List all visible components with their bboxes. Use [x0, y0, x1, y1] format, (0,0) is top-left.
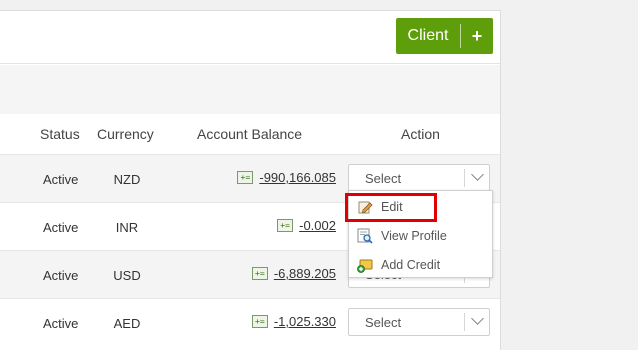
menu-item-view-profile[interactable]: View Profile [349, 222, 494, 250]
table-header: Status Currency Account Balance Action [0, 114, 500, 154]
status-cell: Active [43, 268, 79, 283]
currency-cell: AED [113, 316, 141, 331]
client-button[interactable]: Client + [396, 18, 493, 54]
balance-cell: += -990,166.085 [237, 170, 336, 185]
column-header-currency[interactable]: Currency [97, 126, 154, 142]
menu-item-label: Add Credit [381, 258, 441, 272]
action-select-value: Select [365, 171, 402, 186]
currency-cell: INR [115, 220, 139, 235]
add-client-plus-icon[interactable]: + [461, 18, 493, 54]
status-cell: Active [43, 220, 79, 235]
status-cell: Active [43, 172, 79, 187]
balance-link[interactable]: -990,166.085 [259, 170, 336, 185]
chevron-down-icon [471, 168, 484, 181]
balance-cell: += -0.002 [277, 218, 336, 233]
calculator-icon[interactable]: += [277, 219, 294, 232]
chevron-down-icon [471, 312, 484, 325]
column-header-status[interactable]: Status [40, 126, 80, 142]
status-cell: Active [43, 316, 79, 331]
action-select[interactable]: Select [348, 164, 490, 192]
edit-highlight-box [345, 193, 437, 222]
balance-link[interactable]: -0.002 [299, 218, 336, 233]
currency-cell: NZD [113, 172, 141, 187]
column-header-action: Action [401, 126, 440, 142]
balance-link[interactable]: -1,025.330 [274, 314, 336, 329]
select-divider [464, 313, 465, 331]
column-header-account-balance[interactable]: Account Balance [197, 126, 302, 142]
select-divider [464, 169, 465, 187]
action-select[interactable]: Select [348, 308, 490, 336]
calculator-icon[interactable]: += [251, 315, 268, 328]
calculator-icon[interactable]: += [237, 171, 254, 184]
menu-item-add-credit[interactable]: Add Credit [349, 251, 494, 279]
balance-cell: += -6,889.205 [251, 266, 336, 281]
filter-bar [0, 65, 500, 115]
menu-item-label: View Profile [381, 229, 447, 243]
profile-search-icon [357, 228, 373, 244]
balance-link[interactable]: -6,889.205 [274, 266, 336, 281]
balance-cell: += -1,025.330 [251, 314, 336, 329]
action-select-value: Select [365, 315, 402, 330]
add-credit-icon [357, 257, 373, 273]
table-row: Active AED += -1,025.330 Select [0, 298, 500, 346]
client-button-label: Client [407, 27, 449, 44]
calculator-icon[interactable]: += [251, 267, 268, 280]
currency-cell: USD [113, 268, 141, 283]
